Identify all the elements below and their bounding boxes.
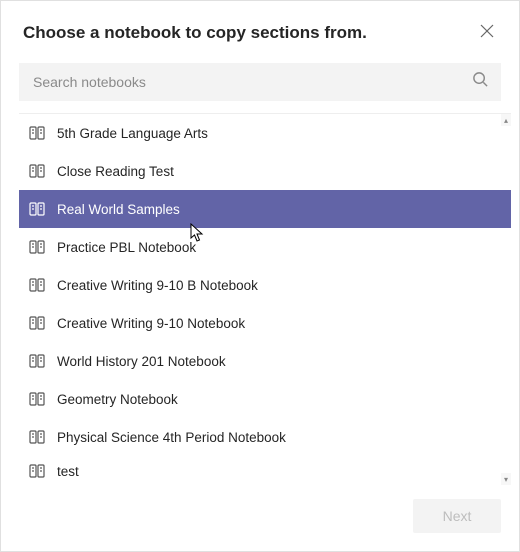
notebook-label: Creative Writing 9-10 Notebook bbox=[57, 316, 245, 331]
notebook-list-container: 5th Grade Language Arts Close Reading Tes… bbox=[19, 113, 511, 485]
notebook-icon bbox=[29, 354, 45, 368]
dialog-header: Choose a notebook to copy sections from. bbox=[1, 1, 519, 63]
notebook-item[interactable]: test bbox=[19, 456, 511, 478]
notebook-icon bbox=[29, 164, 45, 178]
next-button[interactable]: Next bbox=[413, 499, 501, 533]
notebook-icon bbox=[29, 126, 45, 140]
notebook-icon bbox=[29, 392, 45, 406]
search-field bbox=[19, 63, 501, 101]
notebook-label: Physical Science 4th Period Notebook bbox=[57, 430, 286, 445]
notebook-item[interactable]: Geometry Notebook bbox=[19, 380, 511, 418]
notebook-label: Close Reading Test bbox=[57, 164, 174, 179]
notebook-item[interactable]: Close Reading Test bbox=[19, 152, 511, 190]
scroll-down-arrow[interactable]: ▾ bbox=[501, 473, 511, 485]
choose-notebook-dialog: Choose a notebook to copy sections from.… bbox=[0, 0, 520, 552]
notebook-item[interactable]: World History 201 Notebook bbox=[19, 342, 511, 380]
notebook-label: Real World Samples bbox=[57, 202, 180, 217]
notebook-item[interactable]: 5th Grade Language Arts bbox=[19, 114, 511, 152]
notebook-item[interactable]: Real World Samples bbox=[19, 190, 511, 228]
notebook-item[interactable]: Creative Writing 9-10 B Notebook bbox=[19, 266, 511, 304]
notebook-label: Practice PBL Notebook bbox=[57, 240, 196, 255]
notebook-icon bbox=[29, 316, 45, 330]
notebook-item[interactable]: Physical Science 4th Period Notebook bbox=[19, 418, 511, 456]
dialog-title: Choose a notebook to copy sections from. bbox=[23, 23, 367, 43]
close-icon bbox=[480, 24, 494, 43]
dialog-footer: Next bbox=[1, 485, 519, 551]
notebook-label: test bbox=[57, 464, 79, 478]
notebook-icon bbox=[29, 430, 45, 444]
notebook-label: Geometry Notebook bbox=[57, 392, 178, 407]
notebook-icon bbox=[29, 240, 45, 254]
close-button[interactable] bbox=[475, 21, 499, 45]
scroll-up-arrow[interactable]: ▴ bbox=[501, 114, 511, 126]
notebook-item[interactable]: Creative Writing 9-10 Notebook bbox=[19, 304, 511, 342]
notebook-icon bbox=[29, 202, 45, 216]
notebook-item[interactable]: Practice PBL Notebook bbox=[19, 228, 511, 266]
search-input[interactable] bbox=[19, 63, 501, 101]
notebook-label: 5th Grade Language Arts bbox=[57, 126, 208, 141]
notebook-label: Creative Writing 9-10 B Notebook bbox=[57, 278, 258, 293]
notebook-label: World History 201 Notebook bbox=[57, 354, 226, 369]
notebook-list[interactable]: 5th Grade Language Arts Close Reading Tes… bbox=[19, 114, 511, 485]
notebook-icon bbox=[29, 278, 45, 292]
notebook-icon bbox=[29, 464, 45, 478]
